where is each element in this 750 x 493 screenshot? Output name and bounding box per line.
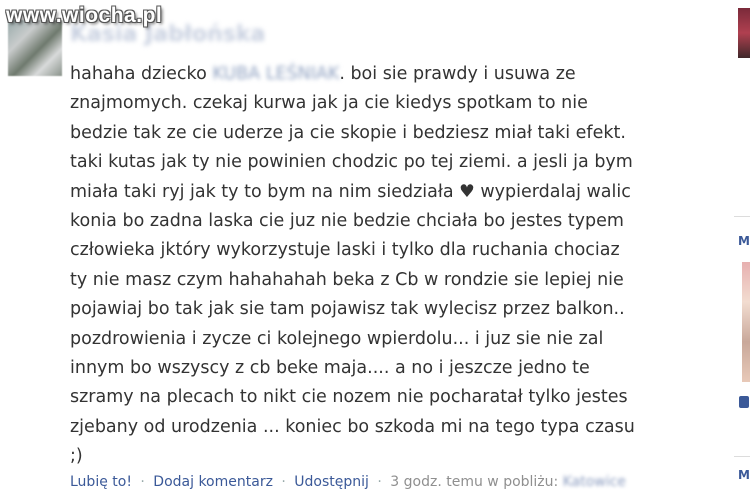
post-text-start: hahaha dziecko [70,64,213,84]
post-text: hahaha dziecko KUBA LEŚNIAK. boi sie pra… [70,60,635,472]
separator: · [140,474,145,490]
divider [734,216,750,217]
sidebar-heading[interactable]: M [738,234,750,248]
site-watermark: www.wiocha.pl [6,4,163,27]
post-text-rest: . boi sie prawdy i usuwa ze znajmomych. … [70,64,635,467]
separator: · [377,474,382,490]
post-actions-bar: Lubię to! · Dodaj komentarz · Udostępnij… [70,474,670,490]
right-sidebar: M M [734,0,750,493]
share-link[interactable]: Udostępnij [294,474,369,490]
sidebar-heading[interactable]: M [738,468,750,482]
avatar[interactable] [8,20,62,76]
separator: · [281,474,286,490]
tagged-name-link[interactable]: KUBA LEŚNIAK [212,64,339,84]
like-link[interactable]: Lubię to! [70,474,132,490]
sidebar-ad-image[interactable] [742,262,750,382]
location-link[interactable]: Katowice [563,474,626,490]
post-timestamp[interactable]: 3 godz. temu w pobliżu: [390,474,562,490]
divider [734,456,750,457]
sidebar-thumbnail[interactable] [738,8,750,58]
facebook-icon [739,396,749,408]
comment-link[interactable]: Dodaj komentarz [153,474,273,490]
